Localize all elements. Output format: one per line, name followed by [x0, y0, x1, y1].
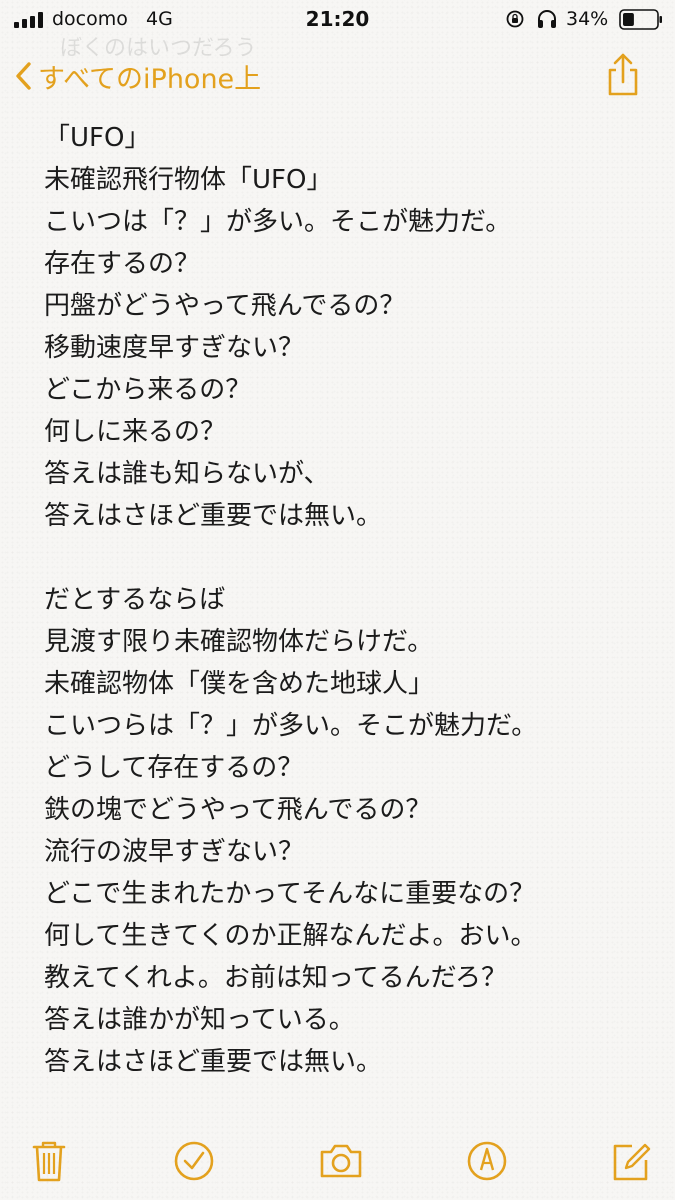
note-line: どこで生まれたかってそんなに重要なの？	[44, 879, 536, 909]
battery-percent: 34%	[566, 8, 609, 30]
note-line: 流行の波早すぎない？	[44, 837, 305, 867]
checklist-icon[interactable]	[173, 1138, 215, 1184]
camera-icon[interactable]	[318, 1138, 364, 1184]
note-line: 未確認物体「僕を含めた地球人」	[44, 669, 435, 699]
note-body[interactable]: 「UFO」未確認飛行物体「UFO」こいつは「？」が多い。そこが魅力だ。 存在するの…	[44, 117, 664, 1083]
note-line: 未確認飛行物体「UFO」	[44, 165, 333, 195]
note-line: どうして存在するの？	[44, 753, 304, 783]
headphones-icon	[538, 10, 556, 28]
note-line: 見渡す限り未確認物体だらけだ。	[44, 627, 434, 657]
note-line: だとするならば	[44, 585, 226, 615]
note-line: 答えはさほど重要では無い。	[44, 1047, 383, 1077]
markup-icon[interactable]	[466, 1138, 508, 1184]
back-button[interactable]: すべてのiPhone上	[14, 54, 261, 98]
orientation-lock-icon	[506, 10, 524, 28]
battery-icon	[619, 9, 662, 30]
bottom-toolbar	[0, 1130, 675, 1200]
note-line: 「UFO」	[44, 123, 151, 153]
note-line: 答えはさほど重要では無い。	[44, 501, 383, 531]
compose-icon[interactable]	[610, 1138, 652, 1184]
note-line: 移動速度早すぎない？	[44, 333, 305, 363]
note-line: こいつらは「？」が多い。そこが魅力だ。	[44, 711, 538, 741]
navigation-bar: すべてのiPhone上	[0, 48, 675, 104]
note-line: 答えは誰も知らないが、	[44, 459, 330, 489]
note-line: こいつは「？」が多い。そこが魅力だ。	[44, 207, 512, 237]
trash-icon[interactable]	[28, 1138, 70, 1184]
back-button-label: すべてのiPhone上	[38, 63, 262, 95]
note-line: 鉄の塊でどうやって飛んでるの？	[44, 795, 432, 825]
share-icon[interactable]	[604, 52, 642, 98]
note-line: 何しに来るの？	[44, 417, 227, 447]
note-line: 答えは誰かが知っている。	[44, 1005, 355, 1035]
note-line: 教えてくれよ。お前は知ってるんだろ？	[44, 963, 508, 993]
note-line: 何して生きてくのか正解なんだよ。おい。	[44, 921, 537, 951]
note-line: どこから来るの？	[44, 375, 252, 405]
note-line	[44, 537, 664, 579]
note-line: 円盤がどうやって飛んでるの？	[44, 291, 406, 321]
chevron-left-icon	[16, 62, 31, 90]
note-line: 存在するの？	[44, 249, 201, 279]
